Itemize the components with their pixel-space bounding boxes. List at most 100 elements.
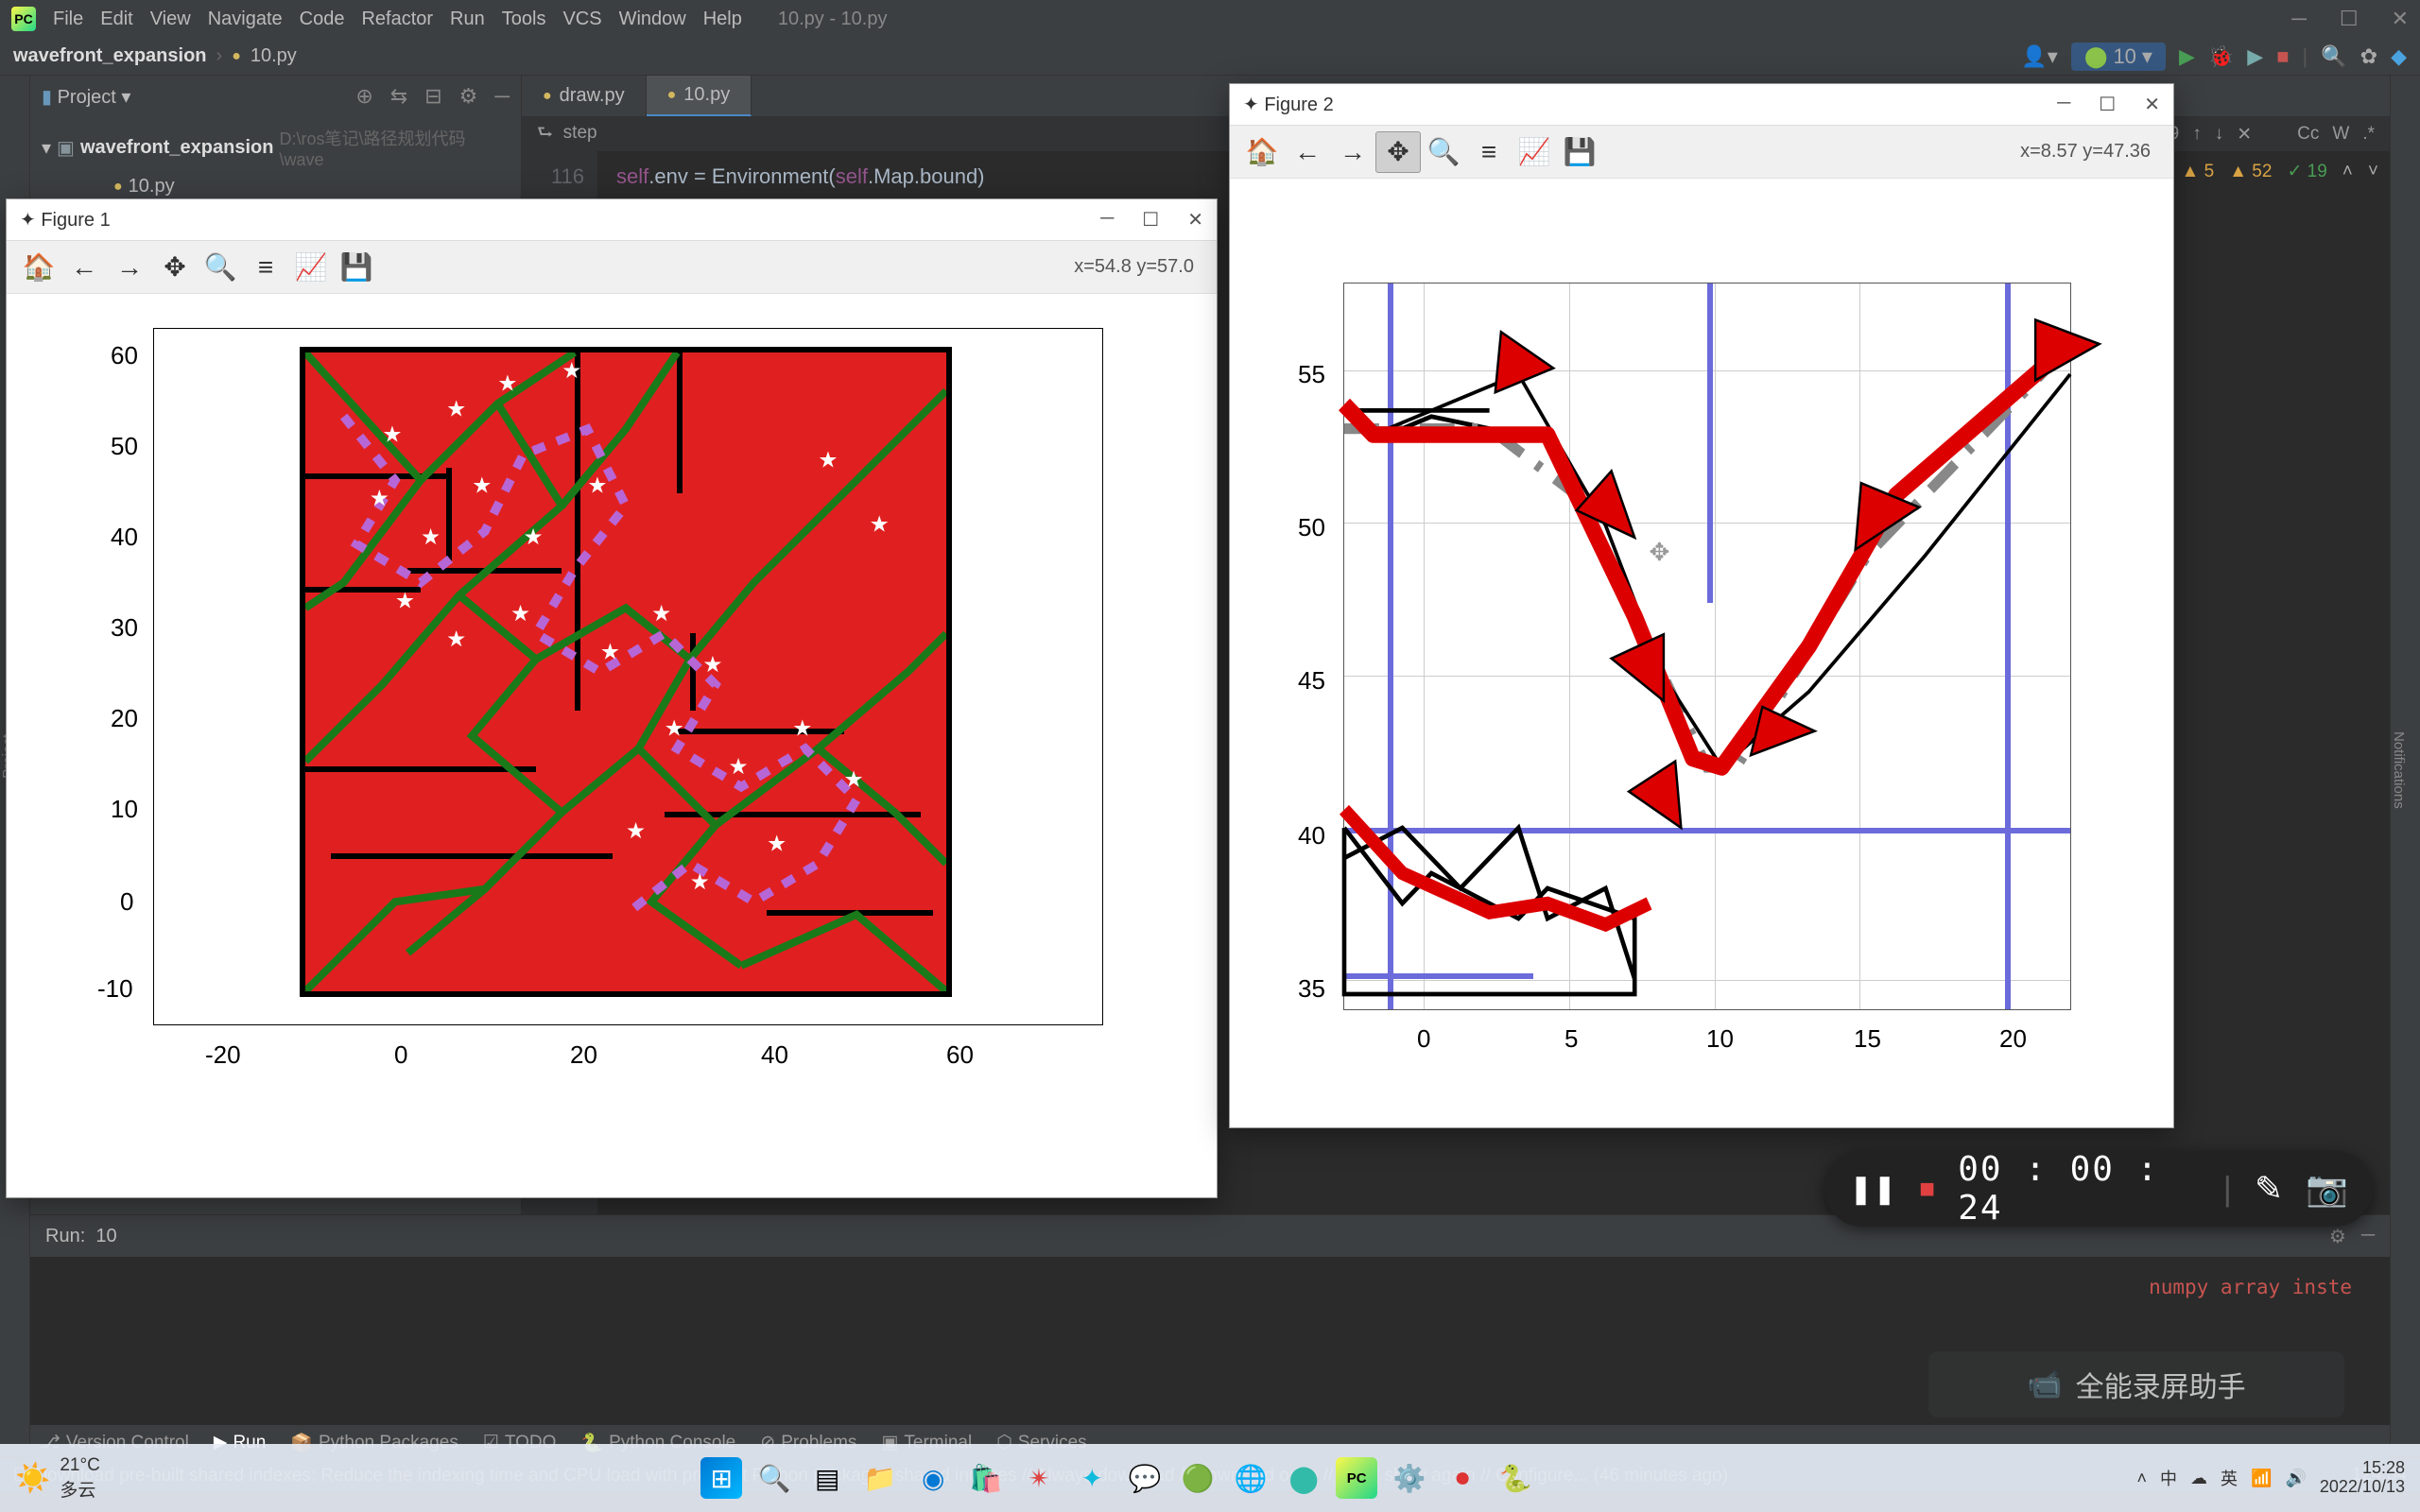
subplots-icon[interactable]: ≡ [243,247,288,288]
zoom-icon[interactable]: 🔍 [1421,131,1466,173]
back-icon[interactable]: ← [61,247,107,288]
ime-lang[interactable]: 中 [2160,1466,2177,1490]
chrome-icon[interactable]: 🌐 [1230,1457,1271,1499]
figure1-canvas[interactable]: ★★★ ★★★ ★★★ ★★★ ★★★ ★★★ ★★★ ★★★ -20 0 20… [7,294,1217,1197]
user-icon[interactable]: 👤▾ [2021,44,2057,69]
menu-vcs[interactable]: VCS [562,9,601,30]
maximize-icon[interactable]: ☐ [1142,208,1159,232]
wechat-icon[interactable]: 💬 [1124,1457,1166,1499]
chevron-up-icon[interactable]: ˄ [2342,162,2353,182]
locate-icon[interactable]: ⊕ [355,84,372,109]
app-icon[interactable]: ✴ [1018,1457,1060,1499]
zoom-icon[interactable]: 🔍 [198,247,243,288]
run-button-icon[interactable]: ▶ [2179,44,2195,69]
run-output[interactable]: numpy array inste [30,1257,2390,1317]
app-icon[interactable]: 🟢 [1177,1457,1219,1499]
gear-icon[interactable]: ⚙ [2329,1225,2346,1248]
ok-badge[interactable]: ✓ 19 [2287,161,2326,182]
back-icon[interactable]: ← [1285,131,1330,173]
minimize-icon[interactable]: ─ [2291,7,2307,31]
store-icon[interactable]: 🛍️ [965,1457,1007,1499]
minimize-icon[interactable]: ─ [1100,208,1114,232]
menu-tools[interactable]: Tools [502,9,546,30]
subplots-icon[interactable]: ≡ [1466,131,1512,173]
python-window-icon[interactable]: 🐍 [1495,1457,1536,1499]
pan-icon[interactable]: ✥ [1375,131,1421,173]
figure2-canvas[interactable]: ✥ 0 5 10 15 20 35 40 45 50 55 [1230,179,2173,1127]
menu-code[interactable]: Code [300,9,345,30]
hide-icon[interactable]: ─ [494,84,510,109]
app-icon[interactable]: ✦ [1071,1457,1113,1499]
search-icon[interactable]: 🔍 [753,1457,795,1499]
editor-tab-draw[interactable]: ● draw.py [522,76,647,116]
right-tool-stripe[interactable]: Notifications [2390,76,2420,1455]
settings-icon[interactable]: ✿ [2360,44,2377,69]
edge-icon[interactable]: ◉ [912,1457,954,1499]
recorder-icon[interactable]: ⏺ [1442,1457,1483,1499]
coverage-icon[interactable]: ▶ [2247,44,2263,69]
forward-icon[interactable]: → [107,247,152,288]
expand-icon[interactable]: ⇆ [390,84,407,109]
warning-badge[interactable]: ▲ 5 [2182,162,2215,182]
menu-file[interactable]: File [53,9,83,30]
typo-badge[interactable]: ▲ 52 [2229,162,2272,182]
chevron-down-icon[interactable]: ▾ [42,136,51,160]
stop-button-icon[interactable]: ■ [2276,44,2289,69]
match-word[interactable]: W [2332,124,2349,146]
settings-icon[interactable]: ⚙ [459,84,478,109]
menu-edit[interactable]: Edit [100,9,132,30]
breadcrumb-file[interactable]: 10.py [251,45,297,67]
crumb-down-icon[interactable]: ↓ [2215,124,2224,146]
collapse-icon[interactable]: ⊟ [424,84,441,109]
menu-navigate[interactable]: Navigate [208,9,283,30]
editor-tab-10[interactable]: ● 10.py [647,76,752,116]
volume-icon[interactable]: 🔊 [2285,1469,2306,1488]
figure2-window[interactable]: ✦ Figure 2 ─ ☐ ✕ 🏠 ← → ✥ 🔍 ≡ 📈 💾 x=8.57 … [1229,83,2174,1128]
minimize-icon[interactable]: ─ [2057,93,2070,116]
menu-window[interactable]: Window [619,9,686,30]
pycharm-icon[interactable]: PC [1336,1457,1377,1499]
menu-help[interactable]: Help [703,9,742,30]
chevron-down-icon[interactable]: ˅ [2368,162,2378,182]
editor-crumb[interactable]: step [563,123,597,143]
crumb-up-icon[interactable]: ↑ [2192,124,2202,146]
crumb-close-icon[interactable]: ✕ [2237,124,2252,146]
forward-icon[interactable]: → [1330,131,1375,173]
stop-icon[interactable]: ■ [1919,1174,1935,1204]
regex[interactable]: .* [2362,124,2375,146]
start-button-icon[interactable]: ⊞ [700,1457,742,1499]
clock-time[interactable]: 15:28 [2320,1459,2405,1478]
camera-icon[interactable]: 📷 [2306,1169,2348,1209]
maximize-icon[interactable]: ☐ [2099,93,2116,116]
breadcrumb-project[interactable]: wavefront_expansion [13,45,207,67]
close-icon[interactable]: ✕ [2392,7,2409,31]
run-config-selector[interactable]: ⬤ 10 ▾ [2071,43,2166,71]
task-view-icon[interactable]: ▤ [806,1457,848,1499]
axis-icon[interactable]: 📈 [1512,131,1557,173]
wifi-icon[interactable]: 📶 [2251,1469,2272,1488]
app-icon[interactable]: ⚙️ [1389,1457,1430,1499]
menu-view[interactable]: View [150,9,191,30]
save-icon[interactable]: 💾 [1557,131,1602,173]
axis-icon[interactable]: 📈 [288,247,334,288]
ime-lang2[interactable]: 英 [2221,1466,2238,1490]
tray-chevron-icon[interactable]: ˄ [2137,1469,2148,1488]
pan-icon[interactable]: ✥ [152,247,198,288]
save-icon[interactable]: 💾 [334,247,379,288]
close-icon[interactable]: ✕ [1187,208,1203,232]
menu-refactor[interactable]: Refactor [361,9,433,30]
screen-recorder-bar[interactable]: ❚❚ ■ 00 : 00 : 24 | ✎ 📷 [1824,1151,2373,1227]
onedrive-icon[interactable]: ☁ [2190,1469,2207,1488]
gear-icon[interactable]: ◆ [2391,44,2407,69]
pen-icon[interactable]: ✎ [2255,1169,2283,1209]
menu-run[interactable]: Run [450,9,485,30]
debug-button-icon[interactable]: 🐞 [2208,44,2234,69]
weather-widget[interactable]: ☀️ 21°C 多云 [15,1455,100,1502]
match-case[interactable]: Cc [2297,124,2319,146]
pause-icon[interactable]: ❚❚ [1849,1173,1896,1206]
vscode-icon[interactable]: ⬤ [1283,1457,1324,1499]
close-icon[interactable]: ✕ [2144,93,2160,116]
figure1-window[interactable]: ✦ Figure 1 ─ ☐ ✕ 🏠 ← → ✥ 🔍 ≡ 📈 💾 x=54.8 … [6,198,1218,1198]
tree-root[interactable]: wavefront_expansion [80,137,274,159]
explorer-icon[interactable]: 📁 [859,1457,901,1499]
